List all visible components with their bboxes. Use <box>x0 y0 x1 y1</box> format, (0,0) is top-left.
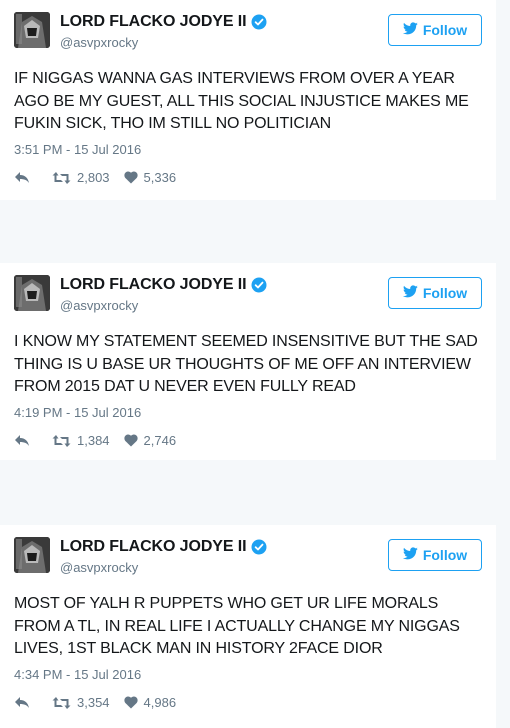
retweet-icon <box>52 171 71 185</box>
like-button[interactable]: 5,336 <box>123 170 177 185</box>
verified-badge-icon <box>251 14 267 30</box>
avatar[interactable] <box>14 537 50 573</box>
handle[interactable]: @asvpxrocky <box>60 560 138 575</box>
retweet-button[interactable]: 3,354 <box>52 695 110 710</box>
avatar[interactable] <box>14 12 50 48</box>
like-count: 2,746 <box>143 433 177 448</box>
like-button[interactable]: 4,986 <box>123 695 177 710</box>
like-count: 5,336 <box>143 170 177 185</box>
tweet-text: IF NIGGAS WANNA GAS INTERVIEWS FROM OVER… <box>14 70 469 132</box>
reply-icon <box>14 434 30 448</box>
heart-icon <box>123 171 138 184</box>
tweet-actions: 3,354 4,986 <box>14 695 176 710</box>
heart-icon <box>123 696 138 709</box>
timestamp[interactable]: 4:19 PM - 15 Jul 2016 <box>14 405 141 420</box>
name-row: LORD FLACKO JODYE II <box>60 13 267 31</box>
handle[interactable]: @asvpxrocky <box>60 35 138 50</box>
handle[interactable]: @asvpxrocky <box>60 298 138 313</box>
name-row: LORD FLACKO JODYE II <box>60 538 267 556</box>
reply-button[interactable] <box>14 696 30 710</box>
retweet-icon <box>52 696 71 710</box>
display-name[interactable]: LORD FLACKO JODYE II <box>60 538 247 556</box>
reply-icon <box>14 696 30 710</box>
verified-badge-icon <box>251 277 267 293</box>
reply-button[interactable] <box>14 434 30 448</box>
retweet-count: 2,803 <box>77 170 110 185</box>
name-row: LORD FLACKO JODYE II <box>60 276 267 294</box>
retweet-button[interactable]: 1,384 <box>52 433 110 448</box>
avatar[interactable] <box>14 275 50 311</box>
follow-button[interactable]: Follow <box>388 14 482 46</box>
verified-badge-icon <box>251 539 267 555</box>
retweet-count: 1,384 <box>77 433 110 448</box>
retweet-icon <box>52 434 71 448</box>
retweet-count: 3,354 <box>77 695 110 710</box>
follow-label: Follow <box>422 285 468 301</box>
like-button[interactable]: 2,746 <box>123 433 177 448</box>
tweet-actions: 1,384 2,746 <box>14 433 176 448</box>
tweet-card: LORD FLACKO JODYE II @asvpxrocky Follow … <box>0 525 496 728</box>
like-count: 4,986 <box>143 695 177 710</box>
tweet-actions: 2,803 5,336 <box>14 170 176 185</box>
timestamp[interactable]: 4:34 PM - 15 Jul 2016 <box>14 667 141 682</box>
follow-label: Follow <box>422 547 468 563</box>
twitter-bird-icon <box>402 547 418 563</box>
display-name[interactable]: LORD FLACKO JODYE II <box>60 276 247 294</box>
tweet-text: MOST OF YALH R PUPPETS WHO GET UR LIFE M… <box>14 595 460 657</box>
twitter-bird-icon <box>402 285 418 301</box>
reply-icon <box>14 171 30 185</box>
follow-label: Follow <box>422 22 468 38</box>
twitter-bird-icon <box>402 22 418 38</box>
follow-button[interactable]: Follow <box>388 539 482 571</box>
retweet-button[interactable]: 2,803 <box>52 170 110 185</box>
tweet-text: I KNOW MY STATEMENT SEEMED INSENSITIVE B… <box>14 333 478 395</box>
display-name[interactable]: LORD FLACKO JODYE II <box>60 13 247 31</box>
follow-button[interactable]: Follow <box>388 277 482 309</box>
tweet-card: LORD FLACKO JODYE II @asvpxrocky Follow … <box>0 263 496 460</box>
heart-icon <box>123 434 138 447</box>
timestamp[interactable]: 3:51 PM - 15 Jul 2016 <box>14 142 141 157</box>
tweet-card: LORD FLACKO JODYE II @asvpxrocky Follow … <box>0 0 496 200</box>
reply-button[interactable] <box>14 171 30 185</box>
